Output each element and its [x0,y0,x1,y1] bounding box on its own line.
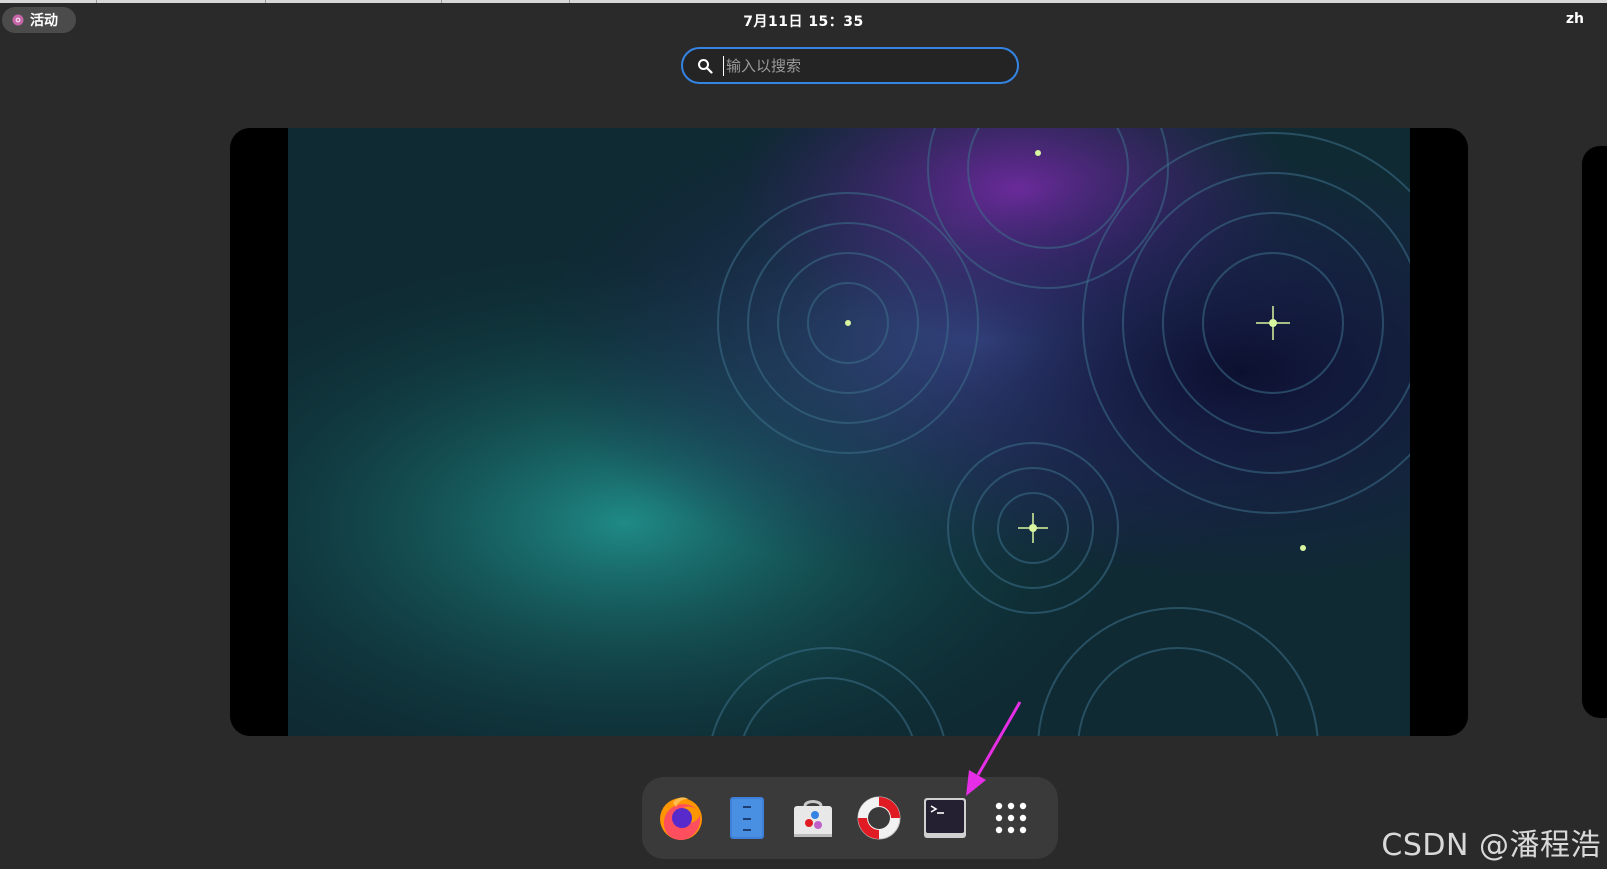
firefox-icon [660,797,702,840]
dash-item-files[interactable] [719,790,775,846]
dash-item-terminal[interactable] [917,790,973,846]
input-method-indicator[interactable]: zh [1566,11,1584,27]
dash-item-firefox[interactable] [653,790,709,846]
workspace-thumbnail[interactable] [230,128,1468,736]
csdn-watermark: CSDN @潘程浩 [1381,828,1601,863]
show-apps-grid-icon [995,802,1027,834]
next-workspace-thumbnail[interactable] [1582,146,1607,718]
help-lifebuoy-icon [857,796,901,840]
software-store-icon [794,800,832,837]
search-input[interactable] [723,55,998,76]
terminal-icon [924,798,966,838]
dash-item-help[interactable] [851,790,907,846]
date-time-clock[interactable]: 7月11日 15：35 [0,11,1607,31]
top-bar: 活动 7月11日 15：35 zh [0,3,1607,35]
search-icon [698,58,713,74]
desktop-wallpaper [288,128,1410,736]
dash-item-software[interactable] [785,790,841,846]
dash-dock [642,777,1058,859]
dash-item-show-apps[interactable] [983,790,1039,846]
search-box[interactable] [681,47,1019,84]
files-icon [730,797,764,839]
